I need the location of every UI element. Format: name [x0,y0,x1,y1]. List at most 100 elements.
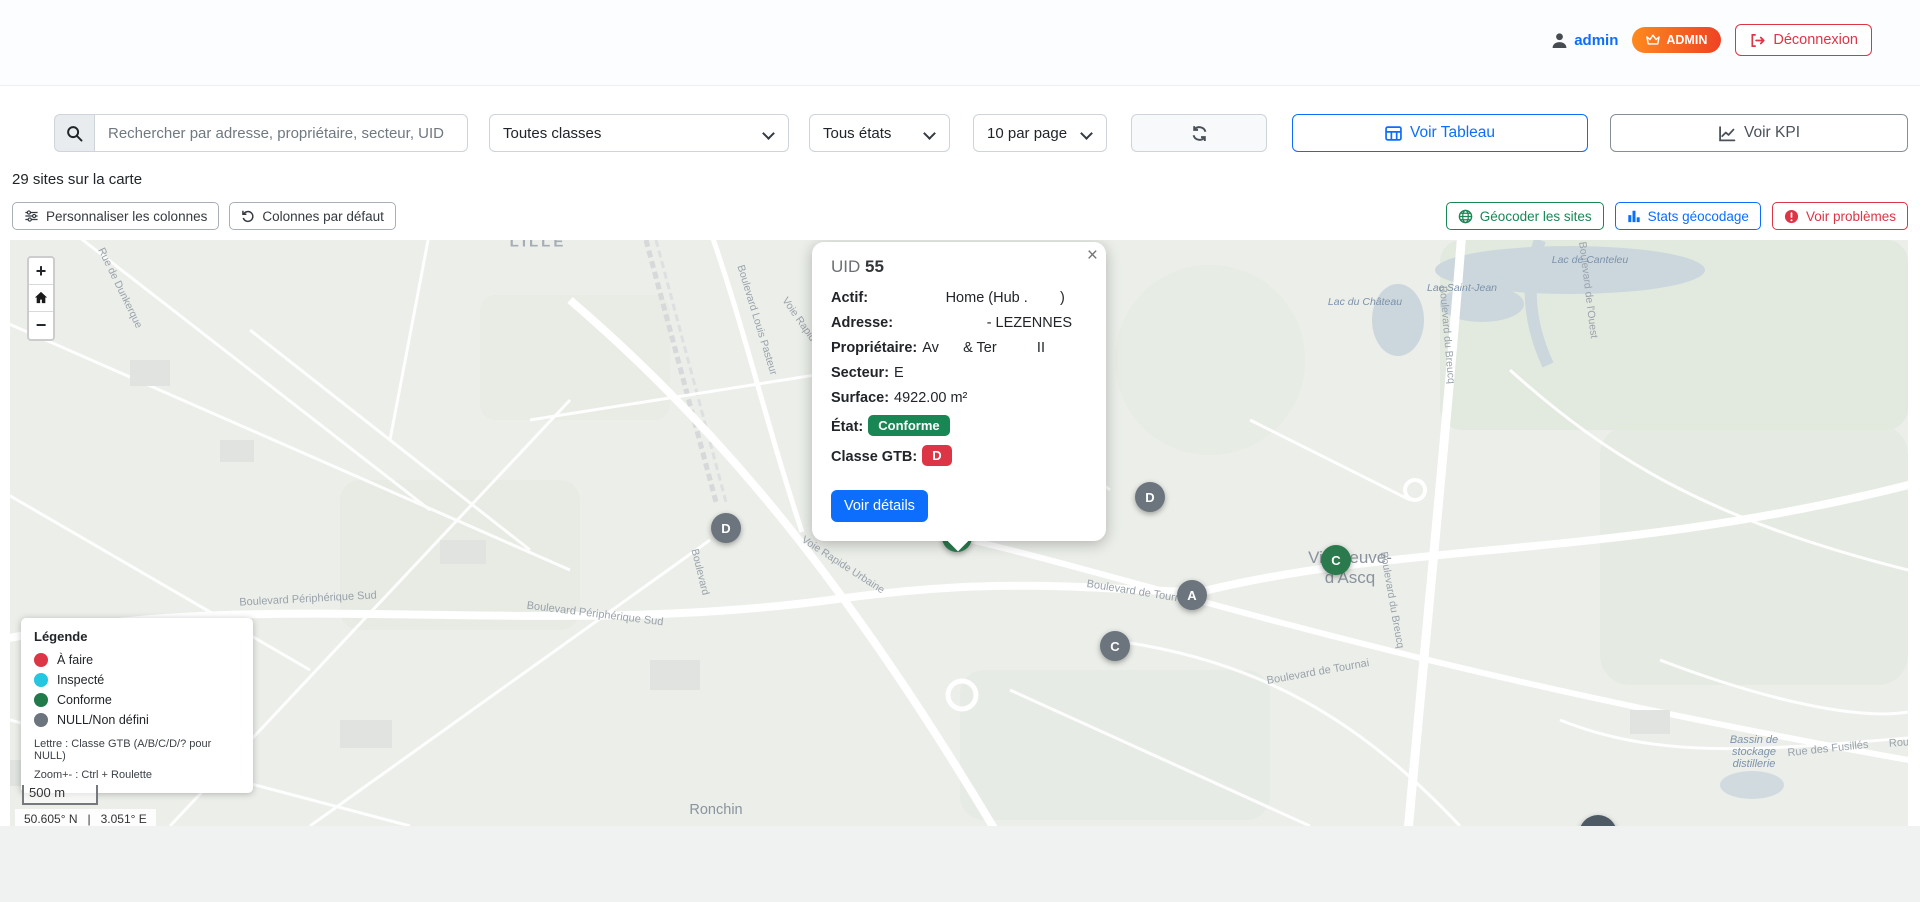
crown-icon [1646,34,1660,46]
map-zoom-control: + − [27,256,55,341]
geocode-stats-button[interactable]: Stats géocodage [1615,202,1761,230]
popup-title: UID 55 [831,257,1087,277]
popup-title-prefix: UID [831,257,860,276]
legend-color-dot [34,653,48,667]
username: admin [1574,32,1618,49]
customize-columns-label: Personnaliser les colonnes [46,209,207,224]
legend-note: Zoom+- : Ctrl + Roulette [34,769,240,781]
view-kpi-button[interactable]: Voir KPI [1610,114,1908,152]
legend-color-dot [34,693,48,707]
site-marker[interactable]: A [1177,580,1207,610]
marker-letter: C [1110,639,1119,654]
geocode-sites-label: Géocoder les sites [1480,209,1592,224]
site-marker[interactable]: C [1100,631,1130,661]
default-columns-label: Colonnes par défaut [262,209,384,224]
state-filter-value: Tous états [823,125,891,142]
legend-item: À faire [34,653,240,667]
geocode-sites-button[interactable]: Géocoder les sites [1446,202,1604,230]
map-coordinates: 50.605° N | 3.051° E [15,809,156,826]
popup-fields: Actif: Home (Hub . ) Adresse: - LEZENNES… [831,290,1087,466]
search-addon [54,114,94,152]
close-icon[interactable]: × [1087,245,1098,267]
chevron-down-icon [762,127,775,140]
status-badge: D [922,445,951,466]
legend-item: Inspecté [34,673,240,687]
legend-title: Légende [34,629,240,644]
user-bar: admin ADMIN Déconnexion [1551,24,1872,56]
popup-field-row: Secteur:E [831,365,1087,381]
popup-field-row: Surface:4922.00 m² [831,390,1087,406]
class-filter-select[interactable]: Toutes classes [489,114,789,152]
view-details-button[interactable]: Voir détails [831,490,928,522]
home-button[interactable] [29,285,53,312]
search-group [54,114,468,152]
popup-field-label: Propriétaire: [831,340,917,356]
popup-field-label: Adresse: [831,315,893,331]
site-marker[interactable]: C [1321,545,1351,575]
globe-icon [1458,209,1473,224]
popup-field-row: Propriétaire: Av & Ter II [831,340,1087,356]
default-columns-button[interactable]: Colonnes par défaut [229,202,396,230]
popup-field-label: Actif: [831,290,868,306]
site-marker[interactable] [1579,815,1617,826]
logout-label: Déconnexion [1773,32,1858,48]
chevron-down-icon [1080,127,1093,140]
role-badge-label: ADMIN [1666,33,1707,47]
chevron-down-icon [923,127,936,140]
view-table-label: Voir Tableau [1410,124,1495,142]
site-marker[interactable]: D [711,513,741,543]
search-icon [66,125,83,142]
page-size-select[interactable]: 10 par page [973,114,1107,152]
popup-field-value: Av & Ter II [922,340,1045,356]
legend-item-label: NULL/Non défini [57,713,149,727]
sites-count: 29 sites sur la carte [12,171,142,188]
user-identity: admin [1551,32,1618,49]
popup-field-row: Actif: Home (Hub . ) [831,290,1087,306]
refresh-button[interactable] [1131,114,1267,152]
legend-note: Lettre : Classe GTB (A/B/C/D/? pour NULL… [34,738,240,762]
marker-letter: C [1331,553,1340,568]
top-navbar: admin ADMIN Déconnexion [0,0,1920,86]
logout-button[interactable]: Déconnexion [1735,24,1872,56]
site-popup: × UID 55 Actif: Home (Hub . ) Adresse: -… [812,242,1106,541]
columns-toolbar-right: Géocoder les sites Stats géocodage Voir … [1446,202,1908,230]
legend-item-label: Inspecté [57,673,104,687]
popup-field-row: Adresse: - LEZENNES [831,315,1087,331]
legend-color-dot [34,713,48,727]
popup-title-value: 55 [865,257,884,276]
bar-chart-icon [1627,209,1641,223]
table-icon [1385,125,1402,142]
marker-letter: A [1187,588,1196,603]
popup-field-label: Classe GTB: [831,449,917,465]
view-problems-button[interactable]: Voir problèmes [1772,202,1908,230]
legend-item-label: À faire [57,653,93,667]
map-legend: Légende À faire Inspecté Conforme NULL/N… [21,618,253,793]
popup-field-row: État: Conforme [831,415,1087,436]
site-marker[interactable]: D [1135,482,1165,512]
customize-columns-button[interactable]: Personnaliser les colonnes [12,202,219,230]
zoom-out-button[interactable]: − [29,312,53,339]
legend-items: À faire Inspecté Conforme NULL/Non défin… [34,653,240,727]
geocode-stats-label: Stats géocodage [1648,209,1749,224]
legend-item: NULL/Non défini [34,713,240,727]
state-filter-select[interactable]: Tous états [809,114,950,152]
marker-letter: D [1145,490,1154,505]
role-badge: ADMIN [1632,27,1721,53]
popup-field-label: État: [831,419,863,435]
search-input[interactable] [94,114,468,152]
popup-field-value: E [894,365,904,381]
home-icon [34,291,48,304]
view-table-button[interactable]: Voir Tableau [1292,114,1588,152]
marker-letter: D [721,521,730,536]
map-canvas[interactable]: LILLERue de DunkerqueBoulevard Louis Pas… [10,240,1908,826]
popup-field-value: - LEZENNES [898,315,1072,331]
person-icon [1551,32,1568,49]
zoom-in-button[interactable]: + [29,258,53,285]
view-kpi-label: Voir KPI [1744,124,1800,142]
status-badge: Conforme [868,415,949,436]
undo-icon [241,209,255,223]
page-size-value: 10 par page [987,125,1067,142]
popup-field-value: 4922.00 m² [894,390,967,406]
refresh-icon [1191,125,1208,142]
chart-line-icon [1718,125,1736,142]
